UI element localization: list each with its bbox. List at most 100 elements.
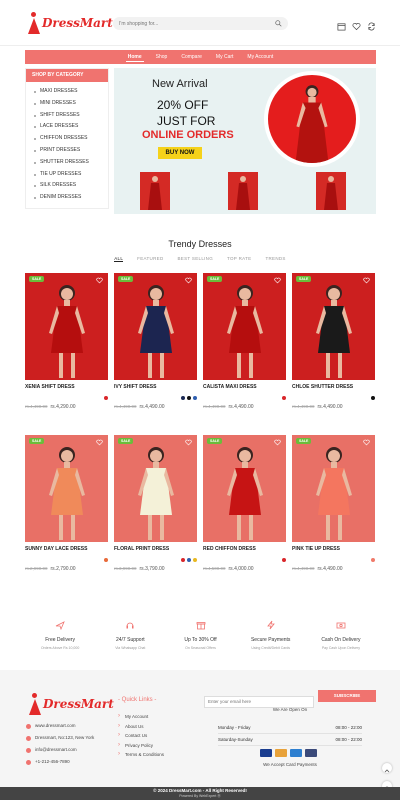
footer-link[interactable]: My Account [118, 712, 164, 722]
copyright-text: © 2024 DressMart.com - All Right Reserve… [153, 788, 247, 793]
color-swatch[interactable] [282, 396, 286, 400]
product-card[interactable]: SALE FLORAL PRINT DRESS rs.3,990.00 rs.3,79… [114, 435, 197, 572]
heart-icon[interactable] [352, 18, 361, 31]
product-image[interactable]: SALE [25, 435, 108, 542]
nav-my-cart[interactable]: My Cart [214, 53, 236, 61]
banner-title: New Arrival [152, 78, 208, 90]
color-swatches [181, 558, 197, 562]
tab-top-rate[interactable]: TOP RATE [227, 256, 251, 262]
color-swatches [282, 396, 286, 400]
product-name[interactable]: SUNNY DAY LACE DRESS [25, 546, 108, 552]
heart-icon[interactable] [363, 439, 370, 446]
color-swatch[interactable] [104, 396, 108, 400]
buy-now-button[interactable]: BUY NOW [158, 147, 202, 159]
category-item[interactable]: TIE UP DRESSES [34, 169, 108, 181]
footer-logo[interactable]: DressMart [27, 693, 114, 715]
subscribe-button[interactable]: SUBSCRIBE [318, 690, 376, 702]
nav-my-account[interactable]: My Account [245, 53, 275, 61]
contact-text: www.dressmart.com [35, 723, 76, 728]
compare-icon[interactable] [367, 18, 376, 31]
category-item[interactable]: DENIM DRESSES [34, 192, 108, 204]
heart-icon[interactable] [96, 277, 103, 284]
product-image[interactable]: SALE [292, 435, 375, 542]
contact-item[interactable]: info@dressmart.com [26, 744, 94, 756]
color-swatch[interactable] [187, 396, 191, 400]
product-image[interactable]: SALE [203, 435, 286, 542]
product-image[interactable]: SALE [114, 273, 197, 380]
category-item[interactable]: SHUTTER DRESSES [34, 157, 108, 169]
brand-logo[interactable]: DressMart [26, 10, 113, 36]
heart-icon[interactable] [185, 277, 192, 284]
heart-icon[interactable] [274, 277, 281, 284]
nav-compare[interactable]: Compare [179, 53, 204, 61]
sale-badge: SALE [29, 438, 45, 444]
category-item[interactable]: LACE DRESSES [34, 121, 108, 133]
tab-trends[interactable]: TRENDS [265, 256, 285, 262]
search-icon[interactable] [275, 20, 282, 27]
product-card[interactable]: SALE CALISTA MAXI DRESS rs.4,490.00 rs.4,49… [203, 273, 286, 410]
product-card[interactable]: SALE CHLOE SHUTTER DRESS rs.4,490.00 rs.4,4… [292, 273, 375, 410]
product-prices: rs.4,490.00 rs.4,290.00 [25, 395, 108, 410]
color-swatch[interactable] [193, 396, 197, 400]
category-item[interactable]: SHIFT DRESSES [34, 110, 108, 122]
product-image[interactable]: SALE [203, 273, 286, 380]
product-image[interactable]: SALE [114, 435, 197, 542]
mail-icon [26, 747, 31, 753]
product-card[interactable]: SALE RED CHIFFON DRESS rs.4,500.00 rs.4,000… [203, 435, 286, 572]
banner-thumbnail[interactable] [228, 172, 258, 210]
footer-link[interactable]: Terms & Conditions [118, 750, 164, 760]
color-swatch[interactable] [371, 396, 375, 400]
color-swatch[interactable] [187, 558, 191, 562]
nav-home[interactable]: Home [125, 53, 144, 62]
footer-link[interactable]: About Us [118, 722, 164, 732]
color-swatches [371, 558, 375, 562]
product-card[interactable]: SALE IVY SHIFT DRESS rs.4,490.00 rs.4,490.0… [114, 273, 197, 410]
store-icon[interactable] [337, 18, 346, 31]
product-card[interactable]: SALE PINK TIE UP DRESS rs.4,490.00 rs.4,490… [292, 435, 375, 572]
banner-thumbnail[interactable] [140, 172, 170, 210]
color-swatch[interactable] [282, 558, 286, 562]
tab-featured[interactable]: FEATURED [137, 256, 163, 262]
product-image[interactable]: SALE [292, 273, 375, 380]
category-item[interactable]: SILK DRESSES [34, 180, 108, 192]
email-field[interactable] [204, 695, 314, 708]
product-image[interactable]: SALE [25, 273, 108, 380]
product-name[interactable]: IVY SHIFT DRESS [114, 384, 197, 390]
search-input[interactable] [119, 20, 269, 27]
product-name[interactable]: PINK TIE UP DRESS [292, 546, 375, 552]
current-price: rs.2,790.00 [50, 566, 76, 572]
product-name[interactable]: XENIA SHIFT DRESS [25, 384, 108, 390]
product-name[interactable]: CALISTA MAXI DRESS [203, 384, 286, 390]
category-item[interactable]: CHIFFON DRESSES [34, 133, 108, 145]
tab-all[interactable]: ALL [114, 256, 124, 262]
payment-title: We Accept Card Payments [263, 762, 317, 767]
product-card[interactable]: SALE SUNNY DAY LACE DRESS rs.2,990.00 rs.2,… [25, 435, 108, 572]
product-card[interactable]: SALE XENIA SHIFT DRESS rs.4,490.00 rs.4,290… [25, 273, 108, 410]
footer-link[interactable]: Contact Us [118, 731, 164, 741]
category-item[interactable]: MAXI DRESSES [34, 86, 108, 98]
heart-icon[interactable] [96, 439, 103, 446]
product-name[interactable]: RED CHIFFON DRESS [203, 546, 286, 552]
color-swatch[interactable] [181, 396, 185, 400]
product-name[interactable]: FLORAL PRINT DRESS [114, 546, 197, 552]
contact-item[interactable]: +1-212-456-7890 [26, 756, 94, 768]
footer-link[interactable]: Privacy Policy [118, 741, 164, 751]
heart-icon[interactable] [274, 439, 281, 446]
color-swatch[interactable] [181, 558, 185, 562]
contact-item[interactable]: www.dressmart.com [26, 720, 94, 732]
color-swatch[interactable] [193, 558, 197, 562]
color-swatch[interactable] [104, 558, 108, 562]
contact-item[interactable]: Dressmart, No:123, New York [26, 732, 94, 744]
heart-icon[interactable] [185, 439, 192, 446]
tab-best-selling[interactable]: BEST SELLING [178, 256, 214, 262]
scroll-top-button[interactable] [382, 763, 392, 773]
color-swatch[interactable] [371, 558, 375, 562]
feature-item: Cash On Delivery Pay Cash Upon Delivery [306, 620, 376, 660]
category-item[interactable]: PRINT DRESSES [34, 145, 108, 157]
banner-thumbnail[interactable] [316, 172, 346, 210]
payment-cards [260, 749, 317, 757]
product-name[interactable]: CHLOE SHUTTER DRESS [292, 384, 375, 390]
category-item[interactable]: MINI DRESSES [34, 98, 108, 110]
nav-shop[interactable]: Shop [154, 53, 170, 61]
heart-icon[interactable] [363, 277, 370, 284]
